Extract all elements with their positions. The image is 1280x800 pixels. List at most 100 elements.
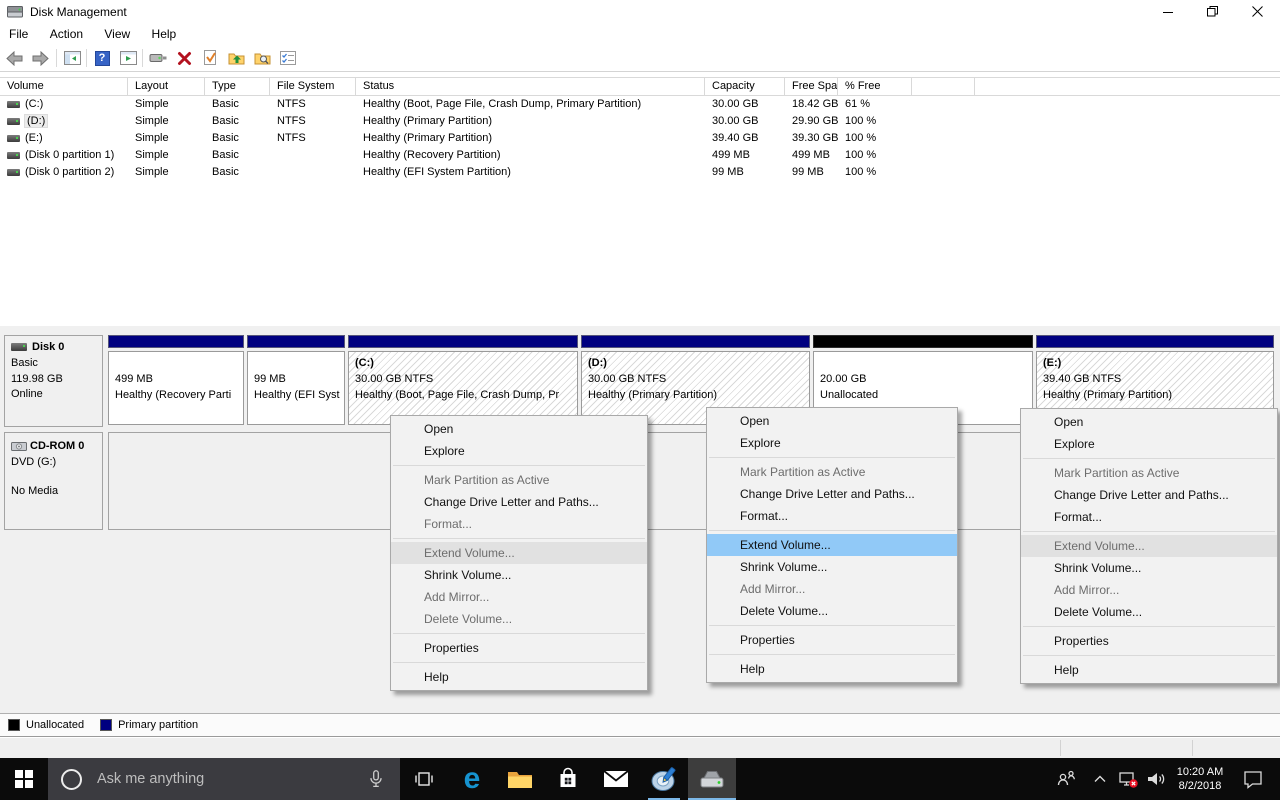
forward-button[interactable] — [30, 49, 50, 67]
column-header-pct-free[interactable]: % Free — [840, 78, 912, 95]
tray-volume-button[interactable] — [1142, 758, 1170, 800]
column-header-type[interactable]: Type — [207, 78, 270, 95]
drive-device-button[interactable] — [148, 49, 168, 67]
properties-list-button[interactable] — [278, 49, 298, 67]
cell-status: Healthy (Primary Partition) — [358, 130, 705, 147]
taskbar-app-partition-tool[interactable] — [640, 758, 688, 800]
volume-name: (D:) — [25, 115, 47, 127]
disk-management-icon — [698, 767, 726, 791]
partition-efi[interactable]: 99 MB Healthy (EFI Syst — [247, 335, 345, 427]
tray-hidden-icons-button[interactable] — [1086, 758, 1114, 800]
partition-recovery[interactable]: 499 MB Healthy (Recovery Parti — [108, 335, 244, 427]
disk0-header[interactable]: Disk 0 Basic 119.98 GB Online — [4, 335, 103, 427]
menu-item-open[interactable]: Open — [1021, 411, 1277, 433]
menu-item-open[interactable]: Open — [707, 410, 957, 432]
drive-icon — [7, 152, 20, 159]
check-document-button[interactable] — [200, 49, 220, 67]
menu-item-properties[interactable]: Properties — [391, 637, 647, 659]
legend-label: Primary partition — [118, 719, 198, 731]
cell-free: 29.90 GB — [787, 113, 838, 130]
toolbar: ? — [0, 45, 1280, 72]
column-header-status[interactable]: Status — [358, 78, 705, 95]
taskbar-app-file-explorer[interactable] — [496, 758, 544, 800]
check-document-icon — [203, 50, 218, 66]
menu-item-delete-volume[interactable]: Delete Volume... — [1021, 601, 1277, 623]
folder-find-button[interactable] — [252, 49, 272, 67]
menu-bar: File Action View Help — [0, 23, 1280, 45]
back-button[interactable] — [4, 49, 24, 67]
table-row[interactable]: (Disk 0 partition 1) Simple Basic Health… — [0, 147, 1280, 164]
forward-arrow-icon — [32, 51, 49, 66]
tray-network-button[interactable] — [1114, 758, 1142, 800]
search-input[interactable] — [97, 771, 365, 787]
menu-action[interactable]: Action — [41, 23, 92, 45]
taskbar-app-edge[interactable]: e — [448, 758, 496, 800]
disk-icon — [11, 343, 27, 351]
menu-help[interactable]: Help — [143, 23, 186, 45]
minimize-button[interactable] — [1145, 0, 1190, 23]
start-button[interactable] — [0, 758, 48, 800]
restore-button[interactable] — [1190, 0, 1235, 23]
menu-item-change-drive-letter[interactable]: Change Drive Letter and Paths... — [1021, 484, 1277, 506]
table-row[interactable]: (E:) Simple Basic NTFS Healthy (Primary … — [0, 130, 1280, 147]
menu-item-help[interactable]: Help — [707, 658, 957, 680]
folder-up-button[interactable] — [226, 49, 246, 67]
show-console-tree-button[interactable] — [62, 49, 82, 67]
microphone-icon[interactable] — [365, 768, 387, 790]
menu-item-format[interactable]: Format... — [1021, 506, 1277, 528]
volume-rows: (C:) Simple Basic NTFS Healthy (Boot, Pa… — [0, 96, 1280, 181]
table-row[interactable]: (C:) Simple Basic NTFS Healthy (Boot, Pa… — [0, 96, 1280, 113]
menu-view[interactable]: View — [95, 23, 139, 45]
delete-button[interactable] — [174, 49, 194, 67]
cell-status: Healthy (Recovery Partition) — [358, 147, 705, 164]
table-row[interactable]: (Disk 0 partition 2) Simple Basic Health… — [0, 164, 1280, 181]
partition-status: Healthy (Primary Partition) — [588, 387, 809, 403]
menu-item-change-drive-letter[interactable]: Change Drive Letter and Paths... — [707, 483, 957, 505]
menu-item-explore[interactable]: Explore — [391, 440, 647, 462]
help-button[interactable]: ? — [92, 49, 112, 67]
menu-item-help[interactable]: Help — [1021, 659, 1277, 681]
tray-people-button[interactable] — [1052, 758, 1082, 800]
cell-status: Healthy (EFI System Partition) — [358, 164, 705, 181]
menu-item-properties[interactable]: Properties — [1021, 630, 1277, 652]
menu-item-open[interactable]: Open — [391, 418, 647, 440]
column-header-volume[interactable]: Volume — [2, 78, 128, 95]
tray-action-center-button[interactable] — [1234, 758, 1272, 800]
partition-c[interactable]: (C:) 30.00 GB NTFS Healthy (Boot, Page F… — [348, 335, 578, 427]
menu-item-help[interactable]: Help — [391, 666, 647, 688]
menu-item-format[interactable]: Format... — [707, 505, 957, 527]
taskbar-app-mail[interactable] — [592, 758, 640, 800]
cortana-search-bar[interactable] — [48, 758, 400, 800]
menu-item-delete-volume[interactable]: Delete Volume... — [707, 600, 957, 622]
menu-item-extend-volume[interactable]: Extend Volume... — [707, 534, 957, 556]
taskbar-app-store[interactable] — [544, 758, 592, 800]
taskbar-app-disk-management[interactable] — [688, 758, 736, 800]
column-header-capacity[interactable]: Capacity — [707, 78, 785, 95]
task-view-button[interactable] — [400, 758, 448, 800]
show-action-pane-button[interactable] — [118, 49, 138, 67]
cdrom-header[interactable]: CD-ROM 0 DVD (G:) No Media — [4, 432, 103, 530]
cell-type: Basic — [207, 96, 270, 113]
menu-item-properties[interactable]: Properties — [707, 629, 957, 651]
cell-pct: 61 % — [840, 96, 912, 113]
menu-item-explore[interactable]: Explore — [1021, 433, 1277, 455]
menu-item-shrink-volume[interactable]: Shrink Volume... — [707, 556, 957, 578]
column-header-free-space[interactable]: Free Spa... — [787, 78, 838, 95]
menu-separator — [393, 662, 645, 663]
volume-name: (Disk 0 partition 1) — [25, 149, 114, 161]
menu-item-shrink-volume[interactable]: Shrink Volume... — [391, 564, 647, 586]
menu-file[interactable]: File — [0, 23, 37, 45]
cell-type: Basic — [207, 147, 270, 164]
menu-item-explore[interactable]: Explore — [707, 432, 957, 454]
column-header-layout[interactable]: Layout — [130, 78, 205, 95]
help-icon: ? — [95, 51, 110, 66]
cell-capacity: 99 MB — [707, 164, 785, 181]
volume-list-header: Volume Layout Type File System Status Ca… — [0, 77, 1280, 96]
tray-clock[interactable]: 10:20 AM 8/2/2018 — [1168, 758, 1232, 800]
column-header-file-system[interactable]: File System — [272, 78, 356, 95]
cell-capacity: 499 MB — [707, 147, 785, 164]
menu-item-shrink-volume[interactable]: Shrink Volume... — [1021, 557, 1277, 579]
close-button[interactable] — [1235, 0, 1280, 23]
menu-item-change-drive-letter[interactable]: Change Drive Letter and Paths... — [391, 491, 647, 513]
table-row[interactable]: (D:) Simple Basic NTFS Healthy (Primary … — [0, 113, 1280, 130]
